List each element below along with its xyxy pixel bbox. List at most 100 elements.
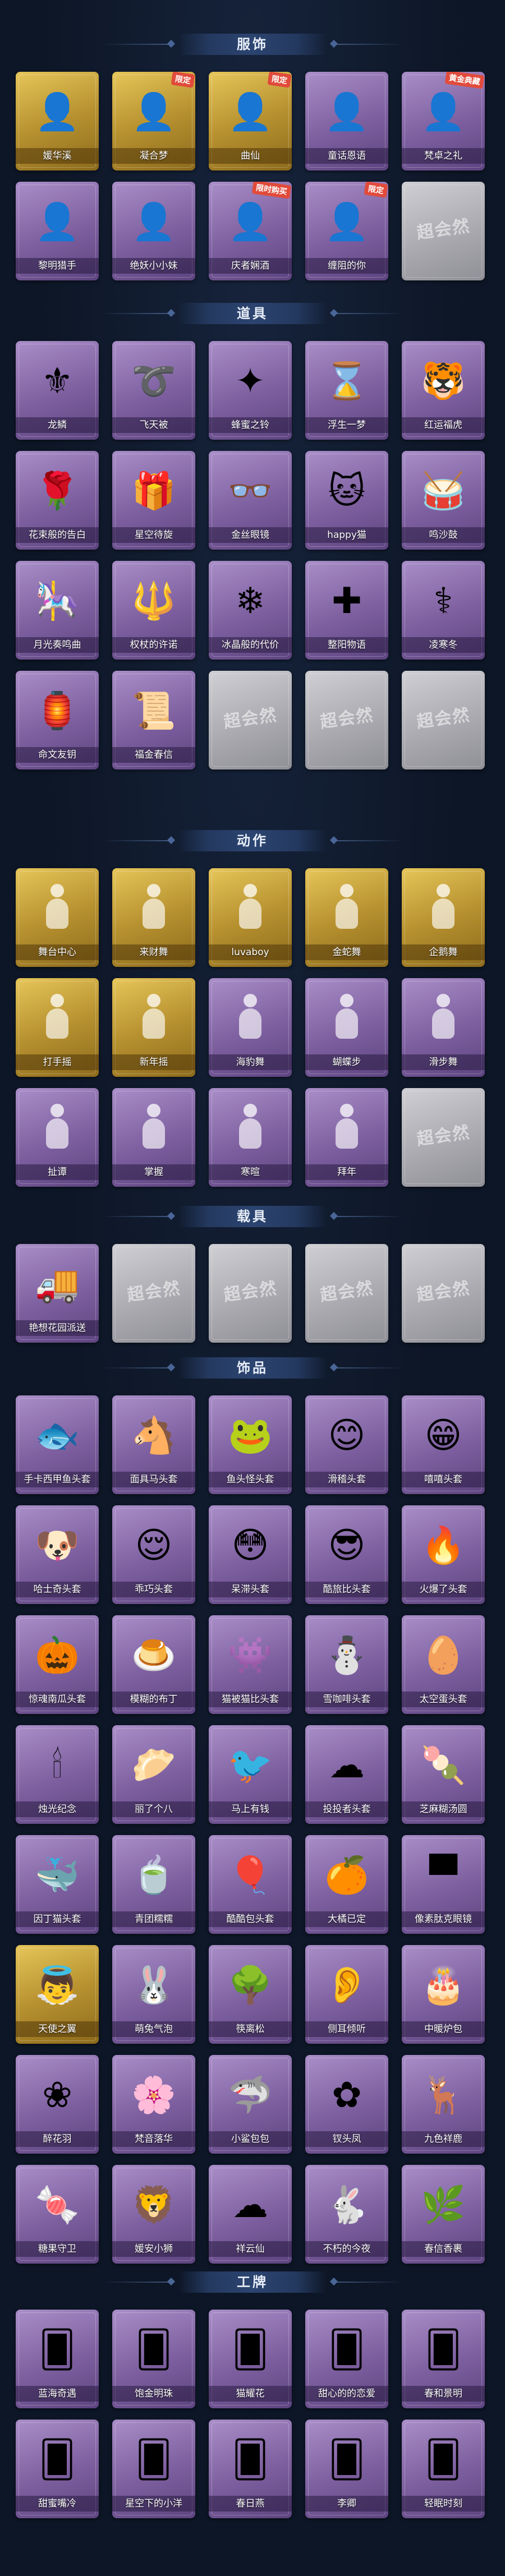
item-card[interactable]: 🍬 糖果守卫 xyxy=(16,2165,99,2264)
item-card[interactable]: 🍊 大橘已定 xyxy=(305,1835,388,1934)
item-card[interactable]: 超会然 xyxy=(402,1244,485,1343)
item-card[interactable]: 🂠 猫耀花 xyxy=(209,2310,292,2408)
item-card[interactable]: 超会然 xyxy=(209,671,292,769)
item-card[interactable]: ▀ 像素肽克眼镜 xyxy=(402,1835,485,1934)
item-card[interactable]: 😎 酷旅比头套 xyxy=(305,1505,388,1604)
item-card[interactable]: 🐦 马上有钱 xyxy=(209,1725,292,1824)
item-card[interactable]: 🎂 中暖炉包 xyxy=(402,1945,485,2044)
item-card[interactable]: 👾 猫被猫比头套 xyxy=(209,1615,292,1714)
item-card[interactable]: 👤 童话恩语 xyxy=(305,72,388,170)
item-card[interactable]: 打手摇 xyxy=(16,978,99,1077)
item-card[interactable]: 超会然 xyxy=(305,1244,388,1343)
item-card[interactable]: ✦ 蜂蜜之铃 xyxy=(209,341,292,440)
item-card[interactable]: 🍵 青团糯糯 xyxy=(112,1835,195,1934)
item-card[interactable]: 🂠 星空下的小洋 xyxy=(112,2420,195,2518)
item-card[interactable]: 超会然 xyxy=(402,671,485,769)
item-card[interactable]: ➰ 飞天被 xyxy=(112,341,195,440)
item-card[interactable]: 🐰 萌兔气泡 xyxy=(112,1945,195,2044)
item-card[interactable]: 金蛇舞 xyxy=(305,868,388,967)
item-card[interactable]: 👤 限定 曲仙 xyxy=(209,72,292,170)
item-card[interactable]: 来财舞 xyxy=(112,868,195,967)
item-card[interactable]: ⚜ 龙鳞 xyxy=(16,341,99,440)
item-card[interactable]: 🂠 饱金明珠 xyxy=(112,2310,195,2408)
item-card[interactable]: 🂠 李卿 xyxy=(305,2420,388,2518)
item-card[interactable]: 🍮 模糊的布丁 xyxy=(112,1615,195,1714)
item-card[interactable]: 🎠 月光奏鸣曲 xyxy=(16,561,99,660)
item-card[interactable]: 蝴蝶步 xyxy=(305,978,388,1077)
item-card[interactable]: 🂠 春和景明 xyxy=(402,2310,485,2408)
item-card[interactable]: 🎈 酷酷包头套 xyxy=(209,1835,292,1934)
item-card[interactable]: 📜 福金春信 xyxy=(112,671,195,769)
item-card[interactable]: 🂠 甜蜜嘴冷 xyxy=(16,2420,99,2518)
item-card[interactable]: 🎁 星空待旋 xyxy=(112,451,195,550)
item-card[interactable]: 超会然 xyxy=(402,182,485,280)
item-card[interactable]: 👤 黎明猎手 xyxy=(16,182,99,280)
item-card[interactable]: 🔱 权杖的许诺 xyxy=(112,561,195,660)
item-card[interactable]: 🐳 因丁猫头套 xyxy=(16,1835,99,1934)
item-card[interactable]: 😊 滑稽头套 xyxy=(305,1395,388,1494)
item-card[interactable]: 🐸 鱼头怪头套 xyxy=(209,1395,292,1494)
item-card[interactable]: 海豹舞 xyxy=(209,978,292,1077)
item-card[interactable]: 🐱 happy猫 xyxy=(305,451,388,550)
item-card[interactable]: ✿ 钗头凤 xyxy=(305,2055,388,2154)
item-card[interactable]: 👤 黄金典藏 梵卓之礼 xyxy=(402,72,485,170)
item-card[interactable]: 🐯 红运福虎 xyxy=(402,341,485,440)
item-card[interactable]: ⚕ 凌寒冬 xyxy=(402,561,485,660)
item-card[interactable]: 👼 天使之翼 xyxy=(16,1945,99,2044)
item-card[interactable]: ⌛ 浮生一梦 xyxy=(305,341,388,440)
item-card[interactable]: 🌿 春信香裹 xyxy=(402,2165,485,2264)
item-card[interactable]: 🥚 太空蛋头套 xyxy=(402,1615,485,1714)
item-card[interactable]: 👤 限时购买 庆者娴酒 xyxy=(209,182,292,280)
item-card[interactable]: 🂠 甜心的的恋爱 xyxy=(305,2310,388,2408)
item-card[interactable]: 超会然 xyxy=(402,1088,485,1187)
item-card[interactable]: 寒暄 xyxy=(209,1088,292,1187)
item-card[interactable]: ☁ 祥云仙 xyxy=(209,2165,292,2264)
item-card[interactable]: 👂 侧耳倾听 xyxy=(305,1945,388,2044)
item-card[interactable]: 😌 乖巧头套 xyxy=(112,1505,195,1604)
item-card[interactable]: 👤 媛华溪 xyxy=(16,72,99,170)
item-card[interactable]: 🂠 轻眠时刻 xyxy=(402,2420,485,2518)
item-card[interactable]: ☁ 投投者头套 xyxy=(305,1725,388,1824)
item-card[interactable]: 🥁 鸣沙鼓 xyxy=(402,451,485,550)
item-card[interactable]: ⛄ 雪咖啡头套 xyxy=(305,1615,388,1714)
item-card[interactable]: 掌握 xyxy=(112,1088,195,1187)
item-card[interactable]: 🍡 芝麻糊汤圆 xyxy=(402,1725,485,1824)
item-card[interactable]: 🔥 火爆了头套 xyxy=(402,1505,485,1604)
item-card[interactable]: 🕯 烛光纪念 xyxy=(16,1725,99,1824)
item-card[interactable]: 🐇 不朽的今夜 xyxy=(305,2165,388,2264)
item-card[interactable]: 滑步舞 xyxy=(402,978,485,1077)
item-card[interactable]: 😳 呆滞头套 xyxy=(209,1505,292,1604)
item-card[interactable]: 🏮 命文友钥 xyxy=(16,671,99,769)
item-card[interactable]: 舞台中心 xyxy=(16,868,99,967)
item-card[interactable]: luvaboy xyxy=(209,868,292,967)
item-card[interactable]: 🌳 筷离松 xyxy=(209,1945,292,2044)
item-card[interactable]: 🂠 蓝海奇遇 xyxy=(16,2310,99,2408)
item-card[interactable]: 🥟 丽了个八 xyxy=(112,1725,195,1824)
item-card[interactable]: 🦈 小鲨包包 xyxy=(209,2055,292,2154)
item-card[interactable]: 👓 金丝眼镜 xyxy=(209,451,292,550)
item-card[interactable]: 🌸 梵音落华 xyxy=(112,2055,195,2154)
item-card[interactable]: 🎃 惊魂南瓜头套 xyxy=(16,1615,99,1714)
item-card[interactable]: 🌹 花束般的告白 xyxy=(16,451,99,550)
item-card[interactable]: 👤 限定 凝合梦 xyxy=(112,72,195,170)
item-card[interactable]: 🐴 面具马头套 xyxy=(112,1395,195,1494)
item-card[interactable]: 新年摇 xyxy=(112,978,195,1077)
item-card[interactable]: 扯谭 xyxy=(16,1088,99,1187)
item-card[interactable]: ✚ 整阳物语 xyxy=(305,561,388,660)
item-card[interactable]: 👤 限定 缠阻的你 xyxy=(305,182,388,280)
item-card[interactable]: 超会然 xyxy=(209,1244,292,1343)
item-card[interactable]: ❀ 醉花羽 xyxy=(16,2055,99,2154)
item-card[interactable]: 超会然 xyxy=(112,1244,195,1343)
item-card[interactable]: 👤 绝妖小小妹 xyxy=(112,182,195,280)
item-card[interactable]: 🚚 艳想花园派送 xyxy=(16,1244,99,1343)
item-card[interactable]: 🦌 九色祥鹿 xyxy=(402,2055,485,2154)
item-card[interactable]: 🦁 媛安小狮 xyxy=(112,2165,195,2264)
item-card[interactable]: ❄ 冰晶般的代价 xyxy=(209,561,292,660)
item-card[interactable]: 🐶 哈士奇头套 xyxy=(16,1505,99,1604)
item-card[interactable]: 拜年 xyxy=(305,1088,388,1187)
item-card[interactable]: 😁 嘻嘻头套 xyxy=(402,1395,485,1494)
item-card[interactable]: 企鹅舞 xyxy=(402,868,485,967)
item-card[interactable]: 🐟 手卡西甲鱼头套 xyxy=(16,1395,99,1494)
item-card[interactable]: 超会然 xyxy=(305,671,388,769)
item-card[interactable]: 🂠 春日燕 xyxy=(209,2420,292,2518)
